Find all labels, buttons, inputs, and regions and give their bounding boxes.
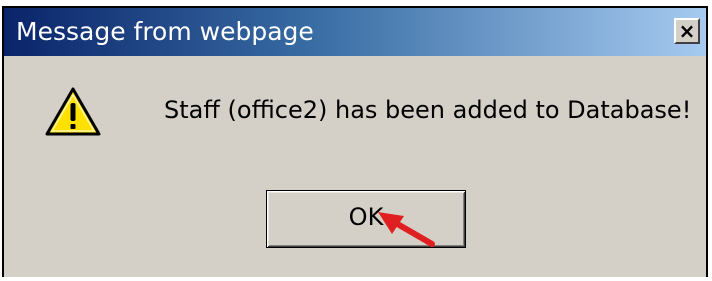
dialog-message: Staff (office2) has been added to Databa…	[164, 96, 692, 124]
close-icon: ×	[678, 19, 696, 43]
alert-dialog: Message from webpage × Staff (office2) h…	[2, 6, 708, 277]
red-arrow-icon	[378, 212, 435, 247]
title-bar[interactable]: Message from webpage ×	[4, 8, 706, 56]
dialog-title: Message from webpage	[16, 17, 314, 46]
warning-icon	[45, 87, 101, 136]
close-button[interactable]: ×	[674, 18, 700, 44]
